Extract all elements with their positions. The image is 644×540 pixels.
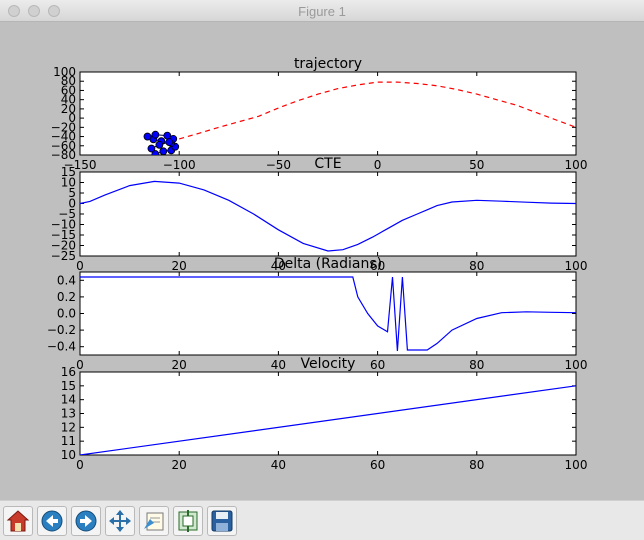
y-tick-label: 11	[61, 434, 76, 448]
axes-title: CTE	[314, 156, 341, 172]
x-tick-label: 100	[565, 358, 588, 372]
x-tick-label: 20	[172, 458, 187, 472]
data-point	[155, 140, 164, 149]
x-tick-label: 20	[172, 358, 187, 372]
x-tick-label: 80	[469, 458, 484, 472]
forward-arrow-icon	[75, 510, 97, 532]
y-tick-label: 10	[61, 448, 76, 462]
axes-background	[79, 271, 577, 356]
floppy-disk-icon	[211, 510, 233, 532]
figure-window: Figure 1 trajectory −150 −100 −50 0 50 100 −80−…	[0, 0, 644, 540]
forward-button[interactable]	[71, 506, 101, 536]
back-button[interactable]	[37, 506, 67, 536]
x-tick-label: 40	[271, 358, 286, 372]
data-point	[143, 132, 152, 141]
axes-1: trajectory−150 −100 −50 0 50 100−80−60−40−200…	[51, 56, 588, 172]
x-tick-label: −100	[163, 158, 196, 172]
y-tick-label: 13	[61, 407, 76, 421]
axes-3: Delta (Radians) 0 20 40 60 80 100 −0.4 −0.2 0.0 0.…	[47, 256, 588, 372]
home-icon	[6, 510, 30, 532]
x-tick-label: 100	[565, 259, 588, 273]
x-tick-label: 80	[469, 259, 484, 273]
axes-4: Velocity 0 20 40 60 80 100 10111213141516	[61, 356, 588, 472]
axes-title: trajectory	[294, 56, 362, 72]
y-tick-label: 0.4	[57, 273, 76, 287]
data-point	[147, 144, 156, 153]
axes-title: Velocity	[301, 356, 356, 372]
x-tick-label: 0	[374, 158, 382, 172]
home-button[interactable]	[3, 506, 33, 536]
y-tick-label: 15	[61, 165, 76, 179]
y-tick-label: 12	[61, 420, 76, 434]
y-tick-label: 14	[61, 393, 76, 407]
x-tick-label: 40	[271, 458, 286, 472]
subplots-button[interactable]	[173, 506, 203, 536]
x-tick-label: 50	[469, 158, 484, 172]
title-bar: Figure 1	[0, 0, 644, 22]
axes-title: Delta (Radians)	[274, 256, 382, 272]
y-tick-label: 100	[53, 65, 76, 79]
y-tick-label: −0.4	[47, 340, 76, 354]
x-tick-label: 20	[172, 259, 187, 273]
y-tick-label: 16	[61, 365, 76, 379]
window-title: Figure 1	[298, 4, 346, 19]
axes-background	[79, 371, 577, 456]
data-point	[151, 130, 160, 139]
navigation-toolbar	[0, 500, 644, 540]
x-tick-label: 100	[565, 158, 588, 172]
x-tick-label: −50	[266, 158, 291, 172]
data-point	[165, 138, 174, 146]
y-tick-label: 0.0	[57, 307, 76, 321]
zoom-rect-icon	[144, 512, 164, 531]
plot-canvas[interactable]: trajectory −150 −100 −50 0 50 100 −80 −60 −40 −20 0…	[0, 22, 644, 500]
data-point	[159, 147, 168, 155]
x-tick-label: 80	[469, 358, 484, 372]
x-tick-label: 0	[76, 358, 84, 372]
move-arrows-icon	[109, 510, 131, 532]
x-tick-label: 100	[565, 458, 588, 472]
back-arrow-icon	[41, 510, 63, 532]
pan-button[interactable]	[105, 506, 135, 536]
figure-svg: trajectory−150 −100 −50 0 50 100−80−60−40−200…	[47, 56, 588, 472]
y-tick-label: 15	[61, 379, 76, 393]
save-button[interactable]	[207, 506, 237, 536]
x-tick-label: 0	[76, 458, 84, 472]
x-tick-label: 60	[370, 358, 385, 372]
x-tick-label: 0	[76, 259, 84, 273]
y-tick-label: −0.2	[47, 323, 76, 337]
subplots-icon	[178, 510, 198, 532]
zoom-button[interactable]	[139, 506, 169, 536]
y-tick-label: 0.2	[57, 290, 76, 304]
axes-background	[79, 171, 577, 257]
x-tick-label: 60	[370, 458, 385, 472]
